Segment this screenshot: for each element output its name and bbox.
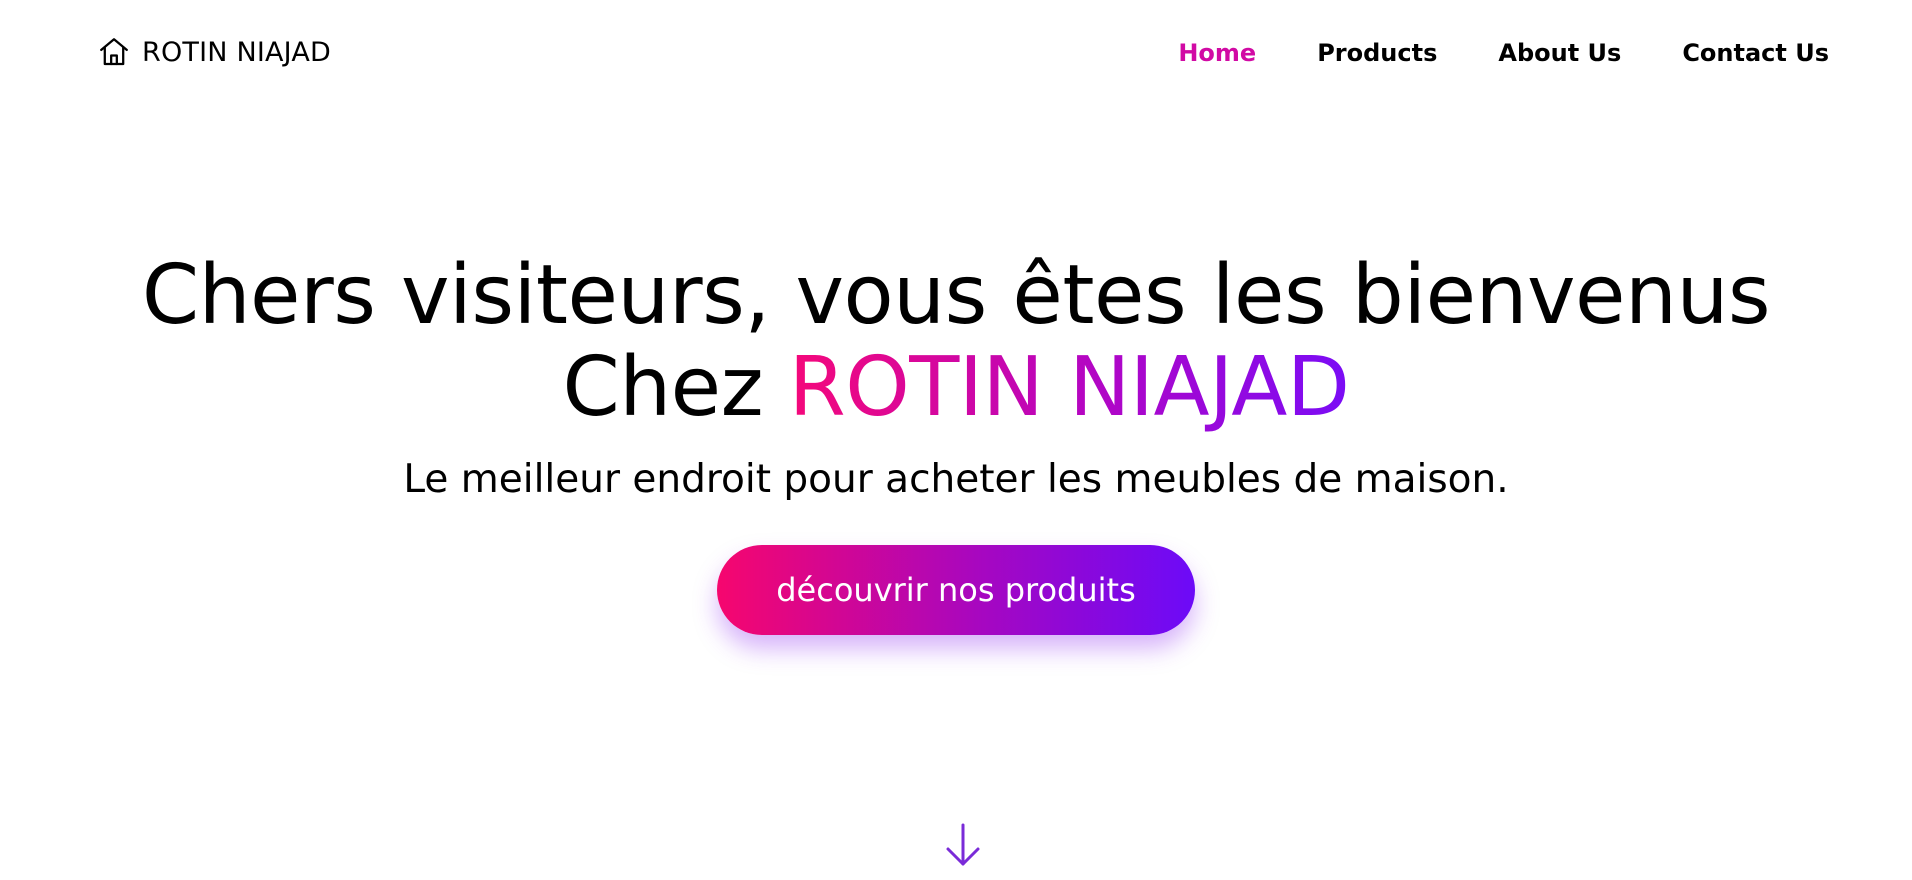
main-nav: Home Products About Us Contact Us: [1117, 36, 1829, 70]
nav-item-about-us[interactable]: About Us: [1498, 36, 1621, 70]
navbar: ROTIN NIAJAD Home Products About Us Cont…: [0, 0, 1912, 106]
hero-title: Chers visiteurs, vous êtes les bienvenus…: [0, 250, 1912, 434]
hero-subtitle: Le meilleur endroit pour acheter les meu…: [403, 457, 1509, 502]
hero-title-line-1: Chers visiteurs, vous êtes les bienvenus: [141, 248, 1771, 343]
scroll-down-link[interactable]: [943, 822, 983, 868]
hero-section: Chers visiteurs, vous êtes les bienvenus…: [0, 250, 1912, 635]
hero-title-prefix: Chez: [562, 340, 764, 435]
home-icon: [97, 35, 131, 69]
arrow-down-icon: [946, 823, 980, 866]
brand-link[interactable]: ROTIN NIAJAD: [97, 32, 331, 72]
brand-name: ROTIN NIAJAD: [142, 36, 332, 68]
hero-brand-highlight: ROTIN NIAJAD: [788, 340, 1350, 435]
nav-item-products[interactable]: Products: [1317, 36, 1437, 70]
nav-item-contact-us[interactable]: Contact Us: [1682, 36, 1829, 70]
nav-item-home[interactable]: Home: [1178, 36, 1256, 70]
discover-products-button[interactable]: découvrir nos produits: [717, 545, 1195, 635]
hero-title-line-2: Chez ROTIN NIAJAD: [0, 342, 1912, 434]
